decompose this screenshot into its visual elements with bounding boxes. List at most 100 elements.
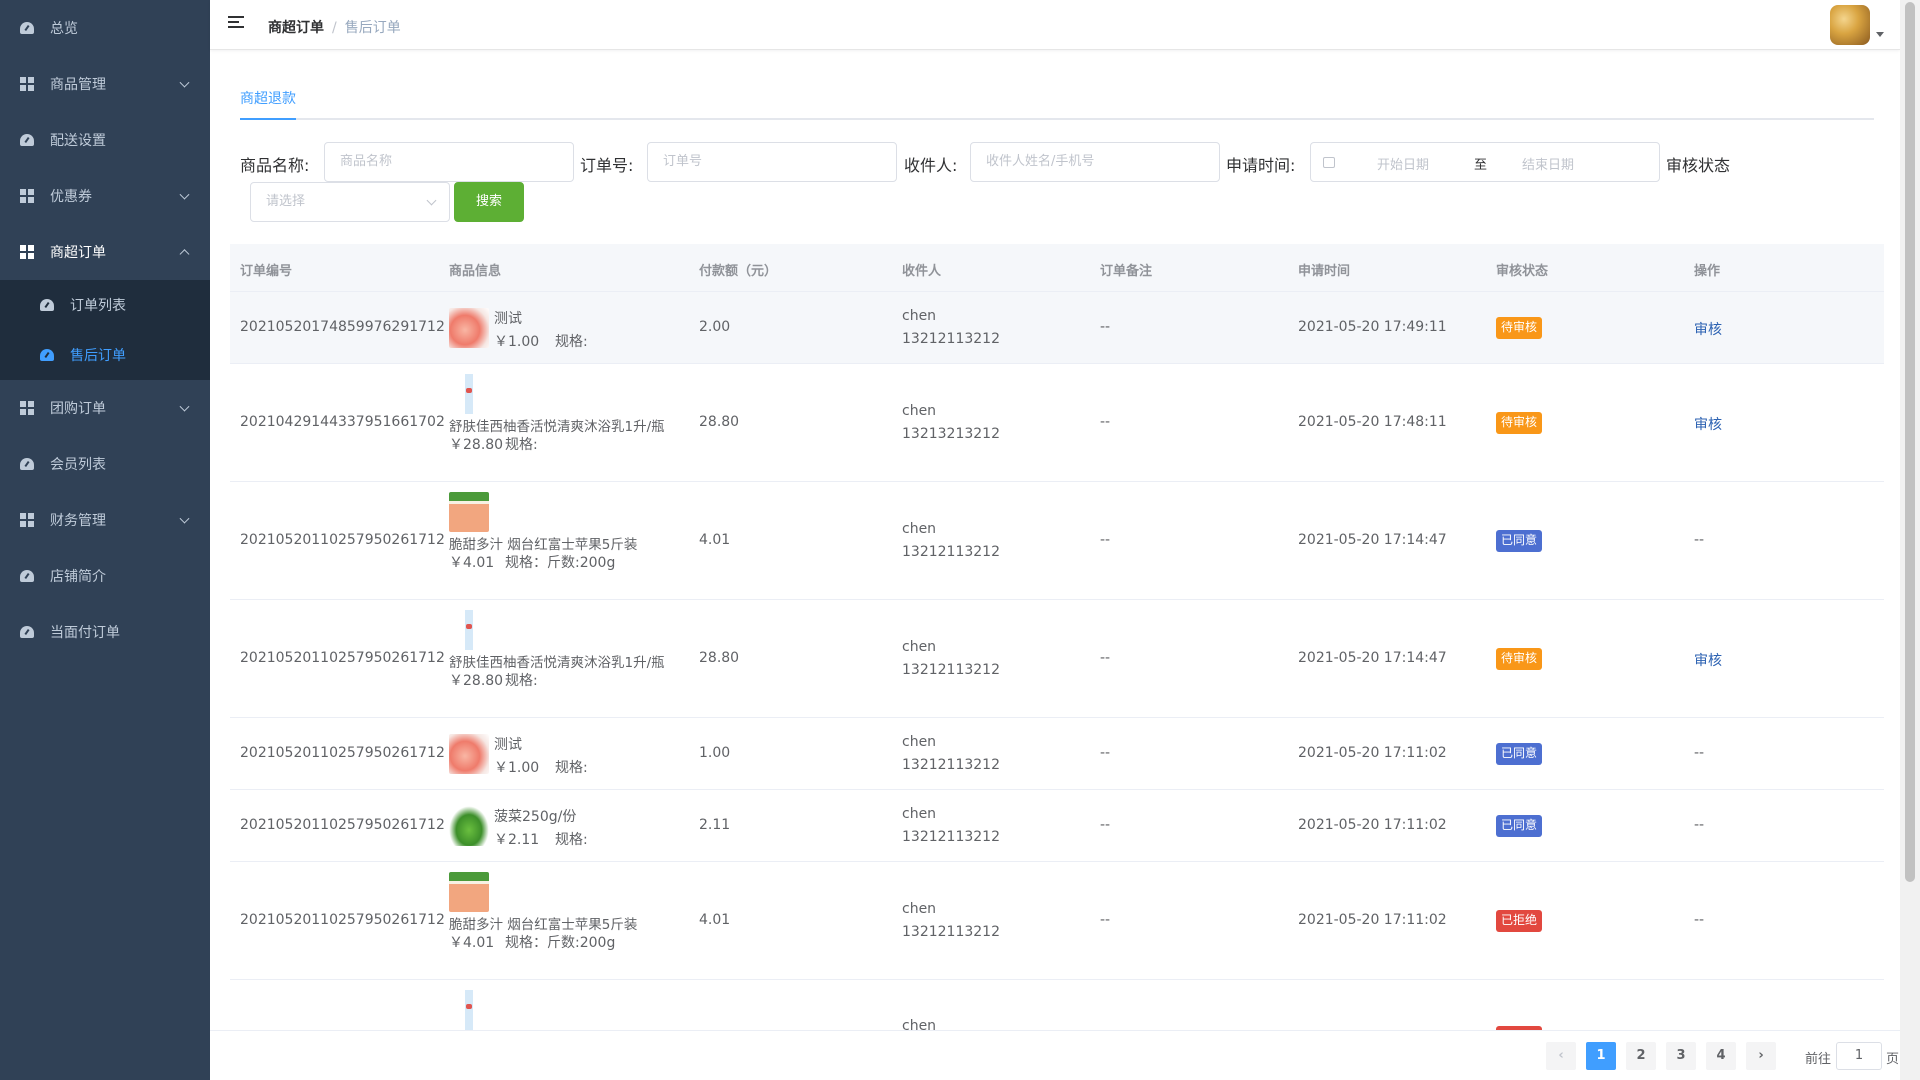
sidebar-item-face-pay-orders[interactable]: 当面付订单 (0, 604, 210, 660)
scrollbar-thumb[interactable] (1905, 2, 1915, 882)
header-amount: 付款额（元） (699, 264, 778, 279)
product-name-input[interactable]: 商品名称 (324, 142, 574, 182)
header-action: 操作 (1694, 264, 1721, 279)
page-2-button[interactable]: 2 (1626, 1042, 1656, 1070)
sidebar-item-label: 商超订单 (50, 245, 106, 261)
breadcrumb-separator: / (332, 20, 337, 36)
caret-down-icon[interactable] (1876, 32, 1884, 37)
sidebar-item-members[interactable]: 会员列表 (0, 436, 210, 492)
pagination: ‹ 1 2 3 4 › 前往 1 页 (210, 1030, 1900, 1080)
amount-cell: 28.80 (699, 414, 740, 430)
sidebar-item-delivery[interactable]: 配送设置 (0, 112, 210, 168)
product-image (449, 734, 489, 774)
receiver-name: chen (902, 403, 937, 419)
table-row: 20210520110257950261712 测试 ￥1.00 规格: 1.00 che… (230, 718, 1884, 790)
receiver-name: chen (902, 806, 937, 822)
amount-cell: 4.01 (699, 912, 731, 928)
calendar-icon (1323, 157, 1335, 168)
review-link[interactable]: 审核 (1694, 414, 1722, 434)
date-range-picker[interactable]: 开始日期 至 结束日期 (1310, 142, 1660, 182)
sidebar-item-order-list[interactable]: 订单列表 (0, 280, 210, 330)
receiver-phone: 13212113212 (902, 662, 1000, 678)
product-name: 测试 (494, 737, 522, 753)
order-no-cell: 20210520110257950261712 (240, 817, 445, 833)
header-remark: 订单备注 (1100, 264, 1153, 279)
sidebar-item-coupons[interactable]: 优惠券 (0, 168, 210, 224)
range-separator: 至 (1474, 158, 1488, 173)
product-name: 舒肤佳西柚香活悦清爽沐浴乳1升/瓶 (449, 419, 665, 435)
review-link[interactable]: 审核 (1694, 319, 1722, 339)
sidebar-item-label: 优惠券 (50, 189, 92, 205)
product-image (449, 374, 489, 414)
product-name: 舒肤佳西柚香活悦清爽沐浴乳1升/瓶 (449, 655, 665, 671)
header-product-info: 商品信息 (449, 264, 502, 279)
prev-page-button[interactable]: ‹ (1546, 1042, 1576, 1070)
dashboard-icon (20, 457, 34, 471)
grid-icon (20, 513, 34, 527)
table-row: 20210520110257950261712 脆甜多汁 烟台红富士苹果5斤装 ￥4… (230, 862, 1884, 980)
amount-cell: 1.00 (699, 745, 731, 761)
header-order-no: 订单编号 (240, 264, 293, 279)
chevron-up-icon (179, 249, 190, 260)
sidebar-item-overview[interactable]: 总览 (0, 0, 210, 56)
order-no-cell: 20210520110257950261712 (240, 650, 445, 666)
apply-time-cell: 2021-05-20 17:49:11 (1298, 319, 1447, 335)
sidebar-item-label: 售后订单 (70, 348, 126, 364)
receiver-input[interactable]: 收件人姓名/手机号 (970, 142, 1220, 182)
sidebar-item-store-intro[interactable]: 店铺简介 (0, 548, 210, 604)
grid-icon (20, 245, 34, 259)
sidebar-item-products[interactable]: 商品管理 (0, 56, 210, 112)
tab-supermarket-refund[interactable]: 商超退款 (240, 82, 296, 120)
sidebar-item-finance[interactable]: 财务管理 (0, 492, 210, 548)
status-select-placeholder: 请选择 (266, 194, 306, 209)
product-price: ￥28.80 (449, 437, 504, 453)
page-1-button[interactable]: 1 (1586, 1042, 1616, 1070)
table-row: 20210429144337951661702 舒肤佳西柚香活悦清爽沐浴乳1升/瓶… (230, 364, 1884, 482)
status-select[interactable]: 请选择 (250, 182, 450, 222)
remark-cell: -- (1100, 912, 1111, 928)
amount-cell: 28.80 (699, 650, 740, 666)
chevron-down-icon (179, 401, 190, 412)
sidebar-item-after-sales[interactable]: 售后订单 (0, 330, 210, 380)
goto-page-input[interactable]: 1 (1836, 1042, 1882, 1070)
order-no-input[interactable]: 订单号 (647, 142, 897, 182)
page-3-button[interactable]: 3 (1666, 1042, 1696, 1070)
amount-cell: 2.00 (699, 319, 731, 335)
page-scrollbar[interactable] (1900, 0, 1920, 1080)
sidebar-item-supermarket-orders[interactable]: 商超订单 (0, 224, 210, 280)
dashboard-icon (20, 133, 34, 147)
apply-time-cell: 2021-05-20 17:14:47 (1298, 532, 1447, 548)
breadcrumb: 商超订单 / 售后订单 (268, 17, 401, 37)
page-4-button[interactable]: 4 (1706, 1042, 1736, 1070)
product-image (449, 610, 489, 650)
breadcrumb-level1[interactable]: 商超订单 (268, 20, 324, 36)
product-name: 脆甜多汁 烟台红富士苹果5斤装 (449, 537, 638, 553)
end-date-input[interactable]: 结束日期 (1522, 154, 1574, 173)
product-spec: 规格: (555, 760, 588, 776)
next-page-button[interactable]: › (1746, 1042, 1776, 1070)
product-image (449, 872, 489, 912)
search-button[interactable]: 搜索 (454, 182, 524, 222)
sidebar-item-label: 团购订单 (50, 401, 106, 417)
review-link[interactable]: 审核 (1694, 650, 1722, 670)
sidebar-item-group-orders[interactable]: 团购订单 (0, 380, 210, 436)
sidebar-item-label: 当面付订单 (50, 625, 120, 641)
product-image (449, 990, 489, 1030)
apply-time-cell: 2021-05-20 17:14:47 (1298, 650, 1447, 666)
product-price: ￥28.80 (449, 673, 504, 689)
apply-time-cell: 2021-05-20 17:11:02 (1298, 912, 1447, 928)
receiver-phone: 13212113212 (902, 924, 1000, 940)
order-no-cell: 2021052017485997629171​2 (240, 319, 445, 335)
sidebar: 总览 商品管理 配送设置 优惠券 商超订单 订单列表 售后订单 团购订单 会员列… (0, 0, 210, 1080)
status-badge: 待审核 (1496, 648, 1543, 670)
apply-time-cell: 2021-05-20 17:48:11 (1298, 414, 1447, 430)
start-date-input[interactable]: 开始日期 (1377, 154, 1429, 173)
remark-cell: -- (1100, 414, 1111, 430)
grid-icon (20, 189, 34, 203)
hamburger-icon[interactable] (228, 16, 244, 30)
avatar[interactable] (1830, 5, 1870, 45)
main-content: 商超退款 商品名称: 商品名称 订单号: 订单号 收件人: 收件人姓名/手机号 … (210, 50, 1900, 1080)
action-placeholder: -- (1694, 532, 1705, 548)
receiver-phone: 13212113212 (902, 331, 1000, 347)
status-badge: 待审核 (1496, 412, 1543, 434)
